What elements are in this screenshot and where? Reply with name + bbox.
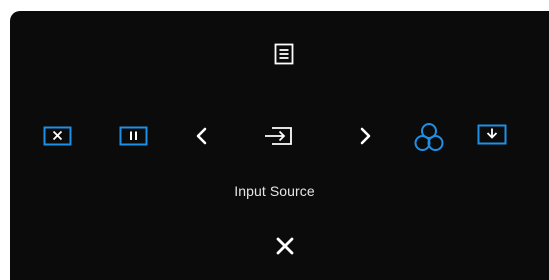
input-source-icon <box>265 127 292 145</box>
pause-box-icon <box>119 126 148 146</box>
chevron-left-icon <box>196 127 207 145</box>
menu-button[interactable] <box>272 42 296 66</box>
shortcut-x-button[interactable] <box>43 124 73 148</box>
menu-icon <box>274 43 294 65</box>
chevron-right-icon <box>360 127 371 145</box>
shortcut-pause-button[interactable] <box>118 124 150 148</box>
input-source-button[interactable] <box>261 122 299 150</box>
previous-button[interactable] <box>192 124 212 148</box>
close-icon <box>276 237 294 255</box>
download-box-icon <box>477 124 507 145</box>
color-settings-button[interactable] <box>411 120 447 156</box>
shortcut-download-button[interactable] <box>475 122 509 148</box>
x-box-icon <box>43 126 72 146</box>
color-circles-icon <box>414 123 444 151</box>
next-button[interactable] <box>355 124 375 148</box>
selected-item-label: Input Source <box>234 183 315 199</box>
close-button[interactable] <box>272 233 298 259</box>
